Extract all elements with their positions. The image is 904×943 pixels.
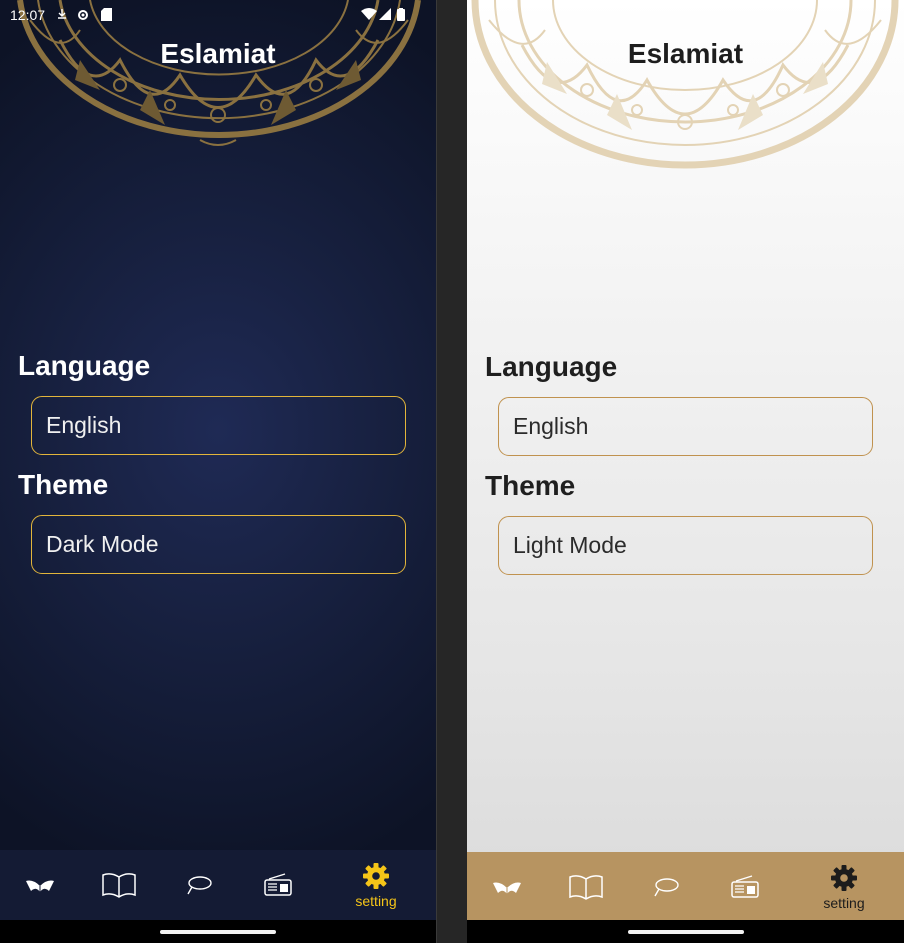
nav-item-hadith[interactable]: [556, 852, 616, 922]
book-icon: [569, 875, 603, 900]
nav-item-quran[interactable]: [477, 852, 537, 922]
gear-icon: [831, 864, 857, 891]
language-label: Language: [485, 351, 618, 382]
radio-icon: [264, 873, 292, 896]
wifi-icon: [361, 8, 377, 20]
gear-icon: [363, 862, 389, 889]
theme-label: Theme: [485, 470, 576, 501]
nav-label-setting: setting: [355, 892, 397, 909]
language-select[interactable]: English: [31, 396, 406, 455]
status-time: 12:07: [10, 7, 46, 23]
language-select[interactable]: English: [498, 397, 873, 456]
nav-item-quran[interactable]: [10, 850, 70, 920]
phone-dark-theme: 12:07 Eslamiat Language English Theme Da…: [0, 0, 436, 943]
nav-item-setting[interactable]: setting: [814, 852, 874, 922]
nav-item-sebha[interactable]: [169, 850, 229, 920]
theme-label: Theme: [18, 469, 109, 500]
book-icon: [102, 873, 136, 898]
phone-light-theme: Eslamiat Language English Theme Light Mo…: [467, 0, 904, 943]
phone-divider: [436, 0, 467, 943]
vpn-gear-icon: [78, 10, 88, 20]
nav-item-sebha[interactable]: [636, 852, 696, 922]
screenshot-stage: 12:07 Eslamiat Language English Theme Da…: [0, 0, 904, 943]
sebha-icon: [654, 878, 679, 897]
nav-item-radio[interactable]: [715, 852, 775, 922]
app-title: Eslamiat: [160, 38, 276, 69]
download-icon: [58, 9, 66, 19]
quran-icon: [26, 880, 54, 892]
language-label: Language: [18, 350, 151, 381]
sebha-icon: [187, 876, 212, 895]
home-indicator[interactable]: [160, 930, 276, 934]
theme-select[interactable]: Dark Mode: [31, 515, 406, 574]
nav-label-setting: setting: [823, 894, 865, 911]
quran-icon: [493, 882, 521, 894]
ornament-light: [471, 0, 899, 169]
theme-select[interactable]: Light Mode: [498, 516, 873, 575]
nav-item-hadith[interactable]: [89, 850, 149, 920]
gesture-bar: [467, 920, 904, 943]
battery-icon: [397, 8, 405, 21]
gesture-bar: [0, 920, 436, 943]
home-indicator[interactable]: [627, 930, 744, 934]
bottom-nav: setting: [0, 850, 436, 920]
bottom-nav: setting: [467, 852, 904, 922]
signal-icon: [379, 8, 391, 20]
app-title: Eslamiat: [627, 38, 744, 69]
status-bar: 12:07: [0, 0, 436, 30]
nav-item-radio[interactable]: [248, 850, 308, 920]
nav-item-setting[interactable]: setting: [346, 850, 406, 920]
sd-card-icon: [101, 8, 112, 21]
radio-icon: [731, 875, 759, 898]
